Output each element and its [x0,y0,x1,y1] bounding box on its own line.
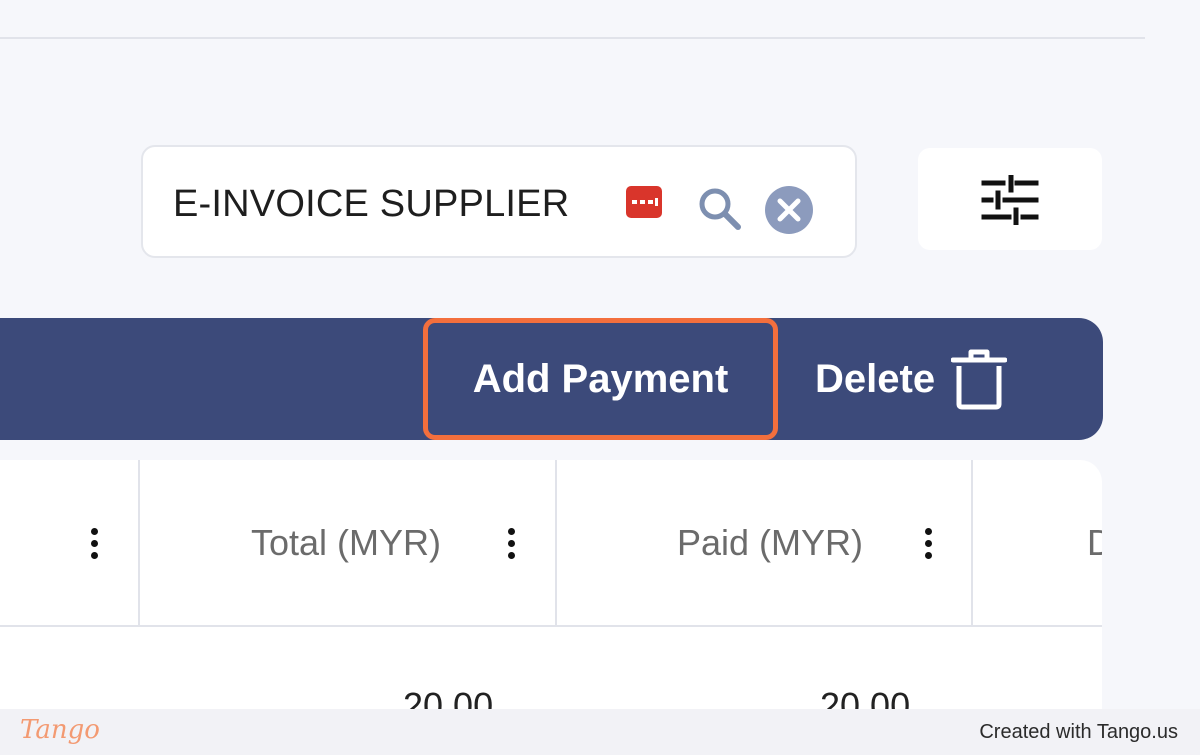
delete-button[interactable]: Delete [815,318,1015,440]
trash-icon [951,349,1008,410]
action-bar: Add Payment Delete [0,318,1103,440]
table-header-row: Total (MYR) Paid (MYR) D [0,460,1102,627]
flag-icon[interactable] [625,185,663,219]
top-divider [0,37,1145,39]
column-header-paid[interactable]: Paid (MYR) [677,522,863,564]
add-payment-button[interactable]: Add Payment [423,318,778,440]
column-header-total[interactable]: Total (MYR) [251,522,441,564]
column-divider[interactable] [138,460,140,627]
search-field[interactable]: E-INVOICE SUPPLIER [141,145,857,258]
footer: Tango Created with Tango.us [0,709,1200,755]
sliders-icon [981,175,1039,225]
filter-button[interactable] [918,148,1102,250]
column-header-partial[interactable]: D [1087,522,1102,564]
search-icon[interactable] [696,185,744,233]
created-with-text: Created with Tango.us [979,721,1178,743]
kebab-icon[interactable] [506,528,516,560]
clear-icon[interactable] [764,185,814,235]
kebab-icon[interactable] [89,528,99,560]
column-divider[interactable] [555,460,557,627]
add-payment-label: Add Payment [472,356,729,401]
column-divider[interactable] [971,460,973,627]
delete-label: Delete [815,356,936,401]
payments-table: Total (MYR) Paid (MYR) D 20.00 20.00 [0,460,1102,720]
search-input[interactable]: E-INVOICE SUPPLIER [173,183,569,226]
tango-logo: Tango [20,715,100,745]
kebab-icon[interactable] [923,528,933,560]
